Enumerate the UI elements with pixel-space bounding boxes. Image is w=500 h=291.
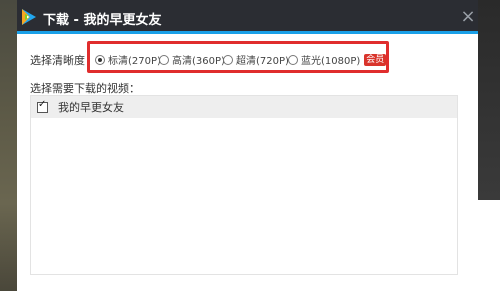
video-list[interactable]: 我的早更女友 (30, 95, 458, 275)
window-title: 下载 - 我的早更女友 (43, 13, 162, 28)
quality-option-720p[interactable]: 超清(720P) (223, 52, 289, 67)
quality-option-360p[interactable]: 高清(360P) (159, 52, 225, 67)
dialog-content: 选择清晰度 标清(270P) 高清(360P) 超清(720P) 蓝光(1080… (17, 34, 478, 291)
quality-option-270p[interactable]: 标清(270P) (95, 52, 161, 67)
close-icon[interactable]: × (458, 7, 478, 27)
video-checkbox[interactable] (37, 99, 48, 113)
video-select-label: 选择需要下载的视频： (30, 82, 140, 95)
quality-option-1080p[interactable]: 蓝光(1080P) 会员 (288, 52, 387, 67)
quality-option-label: 超清(720P) (236, 56, 289, 67)
radio-button-selected[interactable] (95, 54, 105, 65)
video-title: 我的早更女友 (58, 101, 124, 114)
quality-option-label: 标清(270P) (108, 56, 161, 67)
list-item[interactable]: 我的早更女友 (31, 96, 457, 118)
radio-button[interactable] (288, 54, 298, 65)
tencent-video-logo-icon (22, 9, 36, 25)
radio-button[interactable] (159, 54, 169, 65)
quality-label: 选择清晰度 (30, 54, 85, 67)
radio-button[interactable] (223, 54, 233, 65)
background-left (0, 0, 17, 291)
background-right (478, 0, 500, 200)
title-bar[interactable]: 下载 - 我的早更女友 × (17, 0, 478, 34)
download-dialog: 下载 - 我的早更女友 × 选择清晰度 标清(270P) 高清(360P) 超清… (17, 0, 478, 291)
quality-option-label: 高清(360P) (172, 56, 225, 67)
vip-badge: 会员 (364, 53, 387, 66)
quality-option-label: 蓝光(1080P) (301, 56, 361, 67)
